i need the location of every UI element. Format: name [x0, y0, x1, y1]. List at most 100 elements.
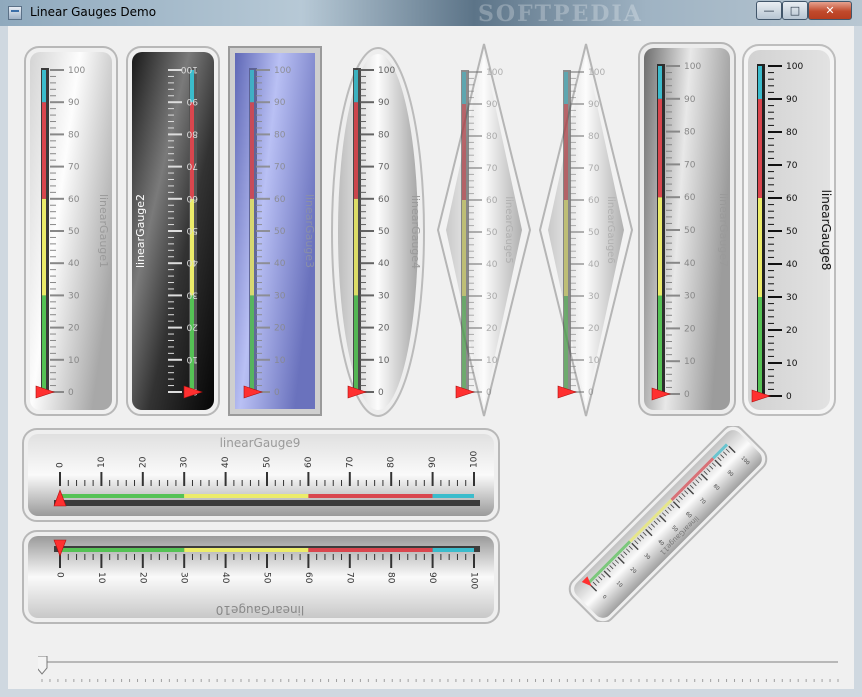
color-range-2 — [564, 200, 568, 296]
scale-label: 50 — [68, 227, 80, 237]
scale-label: 0 — [378, 388, 384, 398]
scale-label: 10 — [97, 456, 107, 468]
gauge-name-label: linearGauge7 — [717, 193, 730, 267]
scale-label: 40 — [378, 259, 390, 269]
scale-label: 70 — [186, 161, 198, 171]
linear-gauge-6: 0 10 20 30 40 50 60 70 80 90 100 linearGauge6 — [538, 43, 634, 417]
watermark-logo: SOFTPEDIA — [478, 1, 643, 27]
scale-label: 60 — [274, 195, 286, 205]
gauge-name-label: linearGauge5 — [503, 196, 514, 263]
color-range-1 — [190, 295, 194, 392]
scale-label: 80 — [387, 456, 397, 468]
scale-label: 100 — [470, 451, 480, 468]
scale-label: 100 — [786, 62, 803, 72]
color-range-3 — [658, 98, 662, 198]
scale-label: 60 — [68, 195, 80, 205]
color-range-2 — [184, 494, 309, 498]
color-range-1 — [758, 297, 762, 396]
linear-gauge-2: 0102030405060708090100linearGauge2 — [126, 46, 220, 416]
app-window: Linear Gauges Demo SOFTPEDIA — □ ✕ 0 10 20… — [0, 0, 862, 697]
scale-label: 50 — [186, 225, 198, 235]
scale-label: 10 — [96, 572, 106, 584]
scale-label: 60 — [684, 193, 696, 203]
gauge-name-label: linearGauge8 — [819, 190, 833, 271]
linear-gauge-5: 0 10 20 30 40 50 60 70 80 90 100 linearGauge5 — [436, 43, 532, 417]
window-title: Linear Gauges Demo — [30, 5, 157, 19]
scale-label: 30 — [68, 291, 80, 301]
scale-label: 60 — [304, 456, 314, 468]
scale-label: 10 — [68, 356, 80, 366]
scale-label: 100 — [378, 66, 395, 76]
scale-label: 90 — [588, 100, 600, 110]
scale-label: 20 — [378, 324, 390, 334]
color-range-3 — [354, 102, 358, 199]
scale-label: 40 — [588, 260, 600, 270]
scale-label: 80 — [684, 128, 696, 138]
scale-label: 20 — [786, 326, 798, 336]
color-range-3 — [308, 548, 433, 552]
gauge-name-label: linearGauge3 — [303, 194, 316, 268]
slider-thumb[interactable] — [38, 656, 48, 675]
scale-label: 70 — [786, 161, 798, 171]
scale-label: 0 — [486, 388, 492, 398]
scale-label: 60 — [486, 196, 498, 206]
scale-label: 70 — [274, 163, 286, 173]
scale-label: 40 — [186, 257, 198, 267]
scale-label: 80 — [386, 572, 396, 584]
scale-label: 80 — [786, 128, 798, 138]
scale-label: 40 — [786, 260, 798, 270]
color-range-2 — [658, 197, 662, 296]
minimize-icon: — — [763, 4, 775, 17]
scale-bar — [54, 500, 480, 506]
scale-label: 100 — [684, 62, 701, 72]
color-range-1 — [564, 296, 568, 392]
color-range-1 — [658, 295, 662, 394]
linear-gauge-10: 0 10 20 30 40 50 60 70 80 90 100 linearGauge10 — [22, 530, 500, 624]
maximize-button[interactable]: □ — [782, 1, 808, 20]
scale-label: 50 — [274, 227, 286, 237]
scale-label: 30 — [486, 292, 498, 302]
scale-label: 70 — [486, 164, 498, 174]
scale-label: 40 — [486, 260, 498, 270]
color-range-1 — [42, 295, 46, 392]
scale-label: 80 — [274, 130, 286, 140]
color-range-3 — [190, 102, 194, 199]
color-range-4 — [432, 548, 474, 552]
color-range-3 — [308, 494, 433, 498]
linear-gauge-9: linearGauge9 0 10 20 30 40 50 60 70 80 90 100 — [22, 428, 500, 522]
minimize-button[interactable]: — — [756, 1, 782, 20]
color-range-2 — [462, 200, 466, 296]
scale-label: 50 — [786, 227, 798, 237]
scale-label: 0 — [588, 388, 594, 398]
color-range-4 — [250, 70, 254, 103]
linear-gauge-4: 0 10 20 30 40 50 60 70 80 90 100 linearGauge4 — [331, 47, 425, 417]
color-range-3 — [250, 102, 254, 199]
scale-label: 50 — [588, 228, 600, 238]
scale-label: 20 — [486, 324, 498, 334]
scale-label: 70 — [344, 572, 354, 584]
scale-label: 90 — [186, 96, 198, 106]
scale-label: 60 — [378, 195, 390, 205]
scale-label: 70 — [378, 163, 390, 173]
scale-label: 70 — [588, 164, 600, 174]
scale-label: 40 — [220, 572, 230, 584]
scale-label: 0 — [274, 388, 280, 398]
value-slider[interactable] — [38, 656, 842, 686]
scale-label: 80 — [68, 130, 80, 140]
scale-label: 10 — [786, 359, 798, 369]
scale-label: 70 — [68, 163, 80, 173]
title-bar[interactable]: Linear Gauges Demo SOFTPEDIA — □ ✕ — [0, 0, 862, 27]
linear-gauge-1: 0 10 20 30 40 50 60 70 80 90 100 linearGauge1 — [24, 46, 118, 416]
scale-label: 90 — [486, 100, 498, 110]
scale-label: 10 — [588, 356, 600, 366]
close-button[interactable]: ✕ — [808, 1, 852, 20]
gauge-name-label: linearGauge10 — [216, 603, 304, 617]
color-range-3 — [462, 104, 466, 200]
scale-label: 80 — [186, 128, 198, 138]
color-range-4 — [758, 66, 762, 99]
color-range-4 — [42, 70, 46, 103]
color-range-2 — [42, 198, 46, 296]
scale-label: 100 — [486, 68, 503, 78]
scale-label: 50 — [684, 226, 696, 236]
linear-gauge-8: 0 10 20 30 40 50 60 70 80 90 100 linearGauge8 — [742, 44, 836, 416]
